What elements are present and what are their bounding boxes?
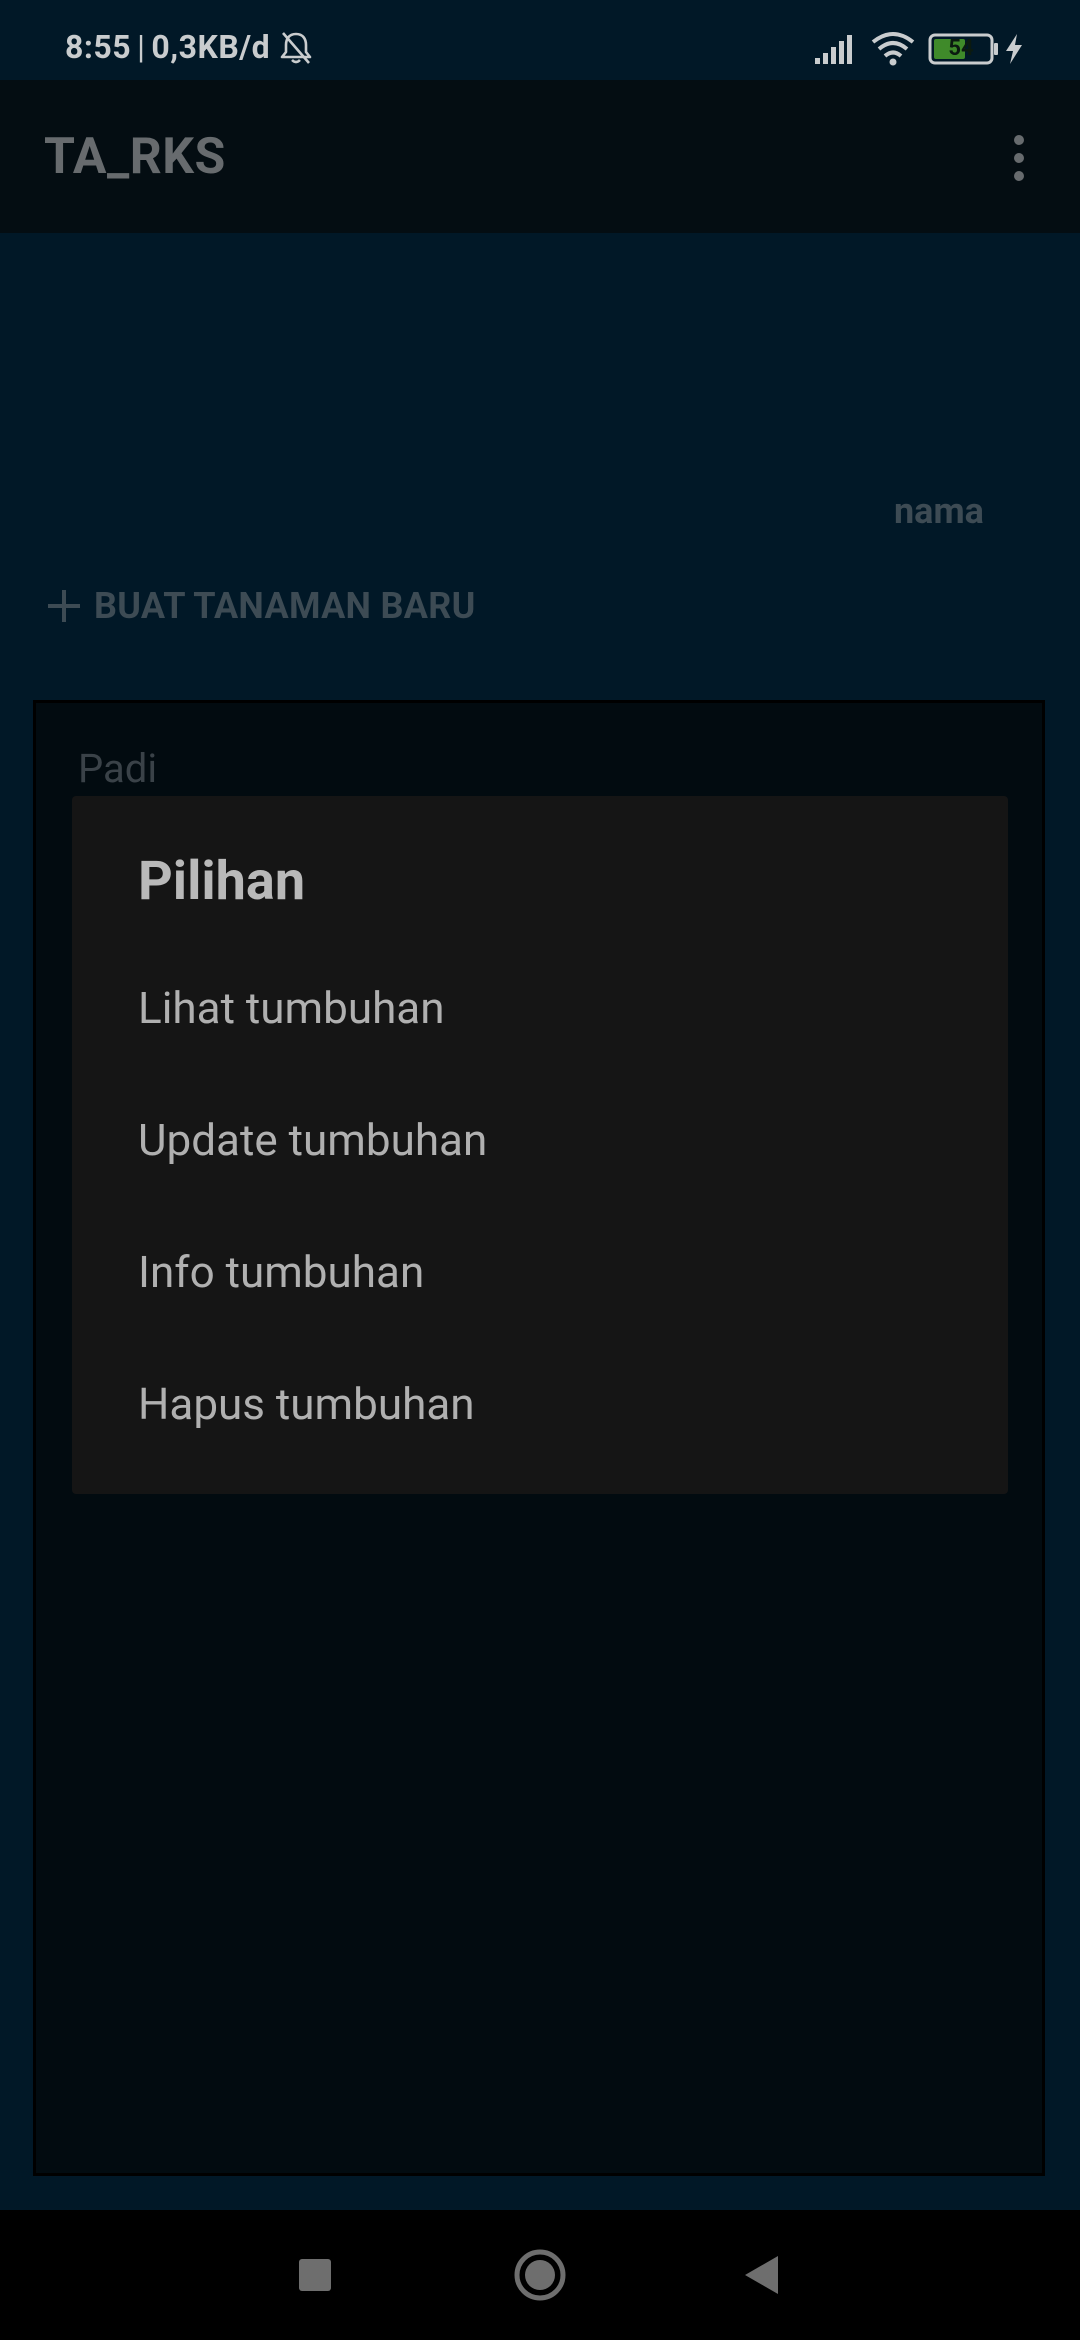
charging-bolt-icon [1006, 34, 1022, 64]
name-label: nama [894, 490, 984, 532]
battery-level: 54 [948, 36, 974, 61]
create-plant-label: BUAT TANAMAN BARU [94, 585, 476, 627]
menu-item-view-plant[interactable]: Lihat tumbuhan [72, 942, 1008, 1074]
network-speed: 0,3KB/d [151, 28, 271, 66]
app-bar: TA_RKS [0, 80, 1080, 233]
home-icon[interactable] [513, 2248, 567, 2302]
menu-item-info-plant[interactable]: Info tumbuhan [72, 1206, 1008, 1338]
recents-icon[interactable] [298, 2258, 332, 2292]
status-text: 8:55 | 0,3KB/d [65, 28, 270, 66]
status-bar: 8:55 | 0,3KB/d 54 [0, 0, 1080, 80]
dialog-title: Pilihan [138, 850, 306, 913]
options-dialog: Pilihan Lihat tumbuhan Update tumbuhan I… [72, 796, 1008, 1494]
menu-item-delete-plant[interactable]: Hapus tumbuhan [72, 1338, 1008, 1470]
list-item[interactable]: Padi [78, 745, 157, 792]
signal-icon [815, 35, 852, 64]
back-icon[interactable] [742, 2254, 780, 2296]
navigation-bar [0, 2210, 1080, 2340]
bell-off-icon [280, 32, 312, 64]
overflow-menu-icon[interactable] [1004, 132, 1034, 184]
wifi-icon [871, 32, 915, 66]
create-plant-button[interactable]: BUAT TANAMAN BARU [44, 578, 476, 634]
menu-item-update-plant[interactable]: Update tumbuhan [72, 1074, 1008, 1206]
plus-icon [48, 590, 80, 622]
screen: 8:55 | 0,3KB/d 54 TA_RKS nama BUAT TANAM… [0, 0, 1080, 2340]
status-separator: | [137, 28, 146, 66]
app-title: TA_RKS [44, 128, 226, 186]
clock: 8:55 [65, 28, 132, 66]
